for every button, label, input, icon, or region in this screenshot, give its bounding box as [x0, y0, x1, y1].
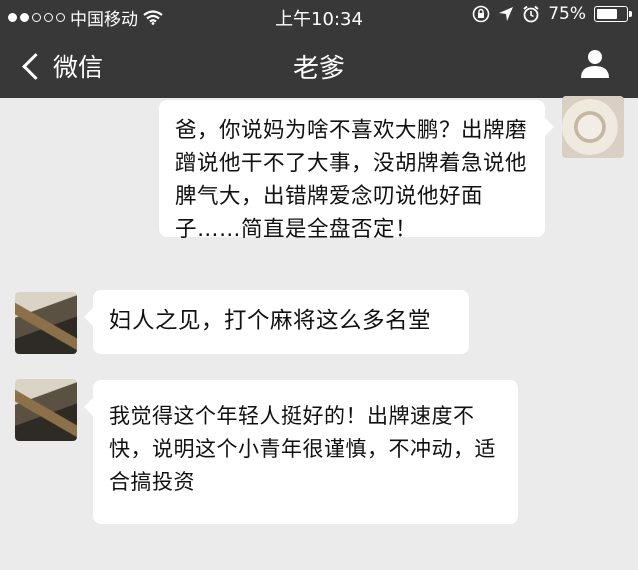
- battery-percent: 75%: [548, 4, 586, 24]
- chevron-left-icon: [22, 52, 49, 80]
- dad-avatar[interactable]: [15, 379, 77, 441]
- profile-icon[interactable]: [578, 46, 612, 80]
- message-bubble[interactable]: 妇人之见，打个麻将这么多名堂: [84, 290, 469, 354]
- alarm-icon: [523, 5, 539, 23]
- message-text: 妇人之见，打个麻将这么多名堂: [109, 308, 432, 334]
- message-bubble[interactable]: 我觉得这个年轻人挺好的！出牌速度不快，说明这个小青年很谨慎，不冲动，适合搞投资: [84, 380, 518, 524]
- message-text: 爸，你说妈为啥不喜欢大鹏？出牌磨蹭说他干不了大事，没胡牌着急说他脾气大，出错牌爱…: [175, 118, 528, 242]
- dad-avatar[interactable]: [15, 292, 77, 354]
- status-right: 75%: [472, 4, 632, 24]
- location-icon: [499, 7, 514, 21]
- status-bar: 中国移动 上午10:34 75%: [0, 0, 638, 30]
- battery-fill: [597, 9, 617, 19]
- chat-area[interactable]: 爸，你说妈为啥不喜欢大鹏？出牌磨蹭说他干不了大事，没胡牌着急说他脾气大，出错牌爱…: [0, 96, 638, 570]
- nav-bar: 微信 老爹: [0, 36, 638, 94]
- back-label: 微信: [53, 53, 104, 82]
- message-bubble[interactable]: 爸，你说妈为啥不喜欢大鹏？出牌磨蹭说他干不了大事，没胡牌着急说他脾气大，出错牌爱…: [159, 100, 554, 242]
- message-text: 我觉得这个年轻人挺好的！出牌速度不快，说明这个小青年很谨慎，不冲动，适合搞投资: [109, 404, 496, 494]
- top-bar: 中国移动 上午10:34 75% 微信 老爹: [0, 0, 638, 98]
- back-button[interactable]: 微信: [18, 48, 103, 84]
- battery-icon: [594, 6, 632, 22]
- self-avatar[interactable]: [562, 96, 624, 158]
- rotation-lock-icon: [472, 5, 490, 23]
